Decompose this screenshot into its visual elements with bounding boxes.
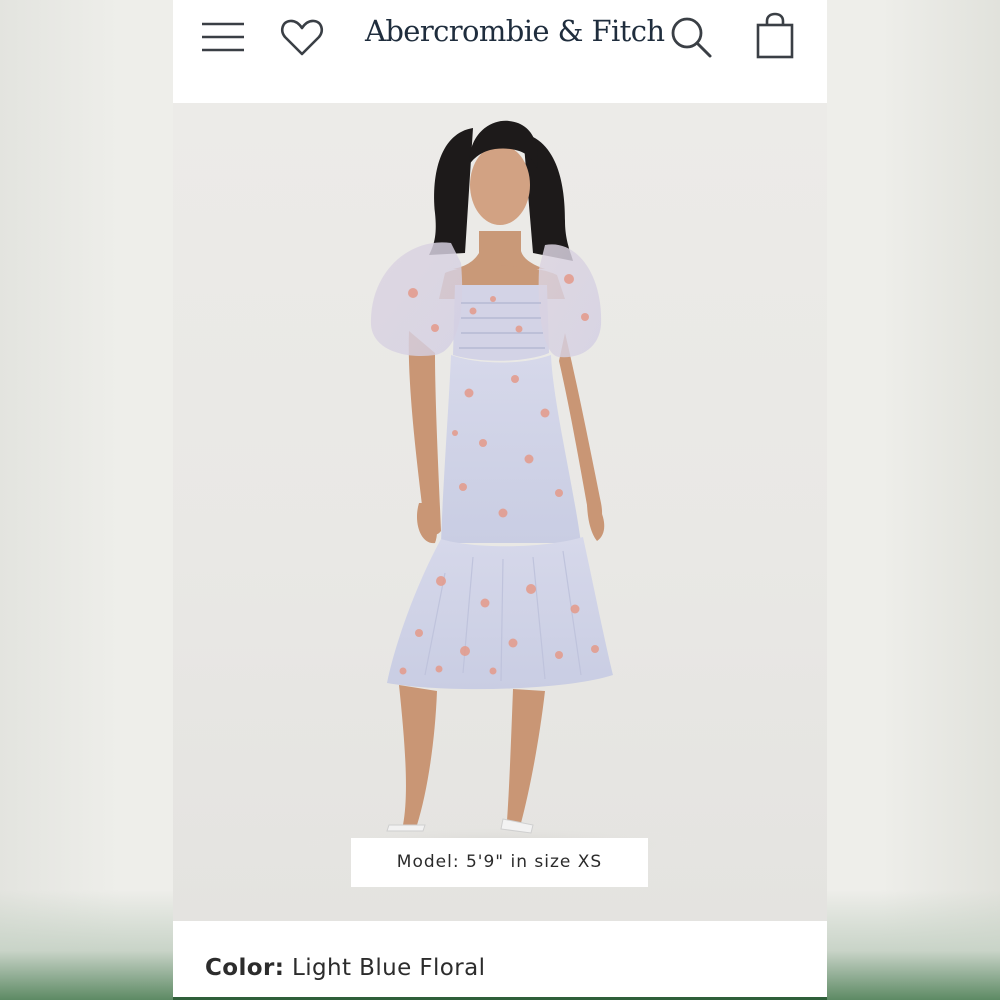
mobile-page: Abercrombie & Fitch Model: 5'9" in size …	[173, 0, 827, 1000]
color-label: Color:	[205, 955, 285, 981]
brand-logo[interactable]: Abercrombie & Fitch	[365, 14, 665, 48]
model-size-caption: Model: 5'9" in size XS	[351, 838, 648, 887]
color-info: Color: Light Blue Floral	[205, 955, 485, 981]
product-image[interactable]: Model: 5'9" in size XS	[173, 103, 827, 921]
site-header: Abercrombie & Fitch	[173, 0, 827, 103]
heart-icon[interactable]	[280, 17, 324, 57]
hamburger-menu-icon[interactable]	[200, 18, 246, 56]
search-icon[interactable]	[669, 15, 713, 59]
model-in-dress-illustration	[303, 120, 703, 867]
shopping-bag-icon[interactable]	[755, 12, 795, 60]
color-value: Light Blue Floral	[292, 955, 486, 981]
